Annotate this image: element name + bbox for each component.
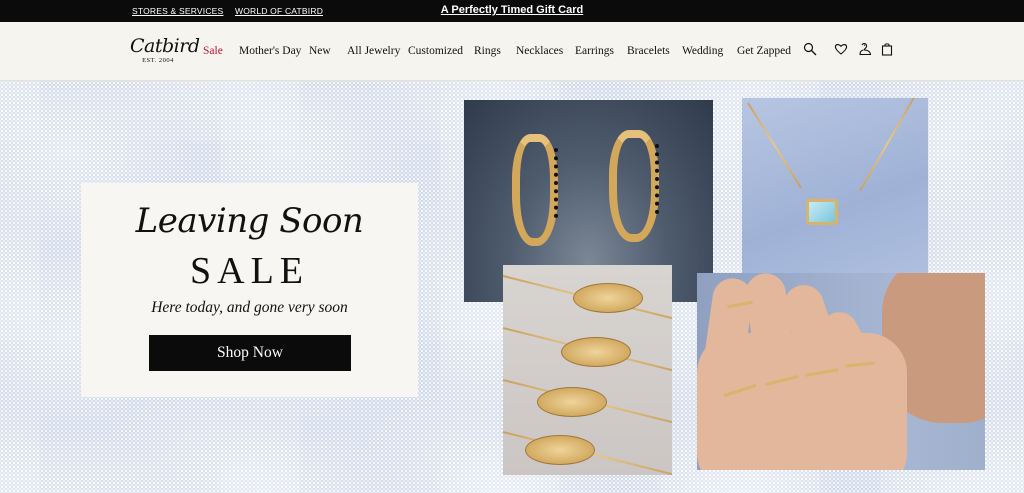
necklace-chain-right — [859, 98, 916, 192]
logo-wordmark: Catbird — [130, 35, 200, 57]
nav-get-zapped[interactable]: Get Zapped — [737, 45, 791, 57]
necklace-photo[interactable] — [742, 98, 928, 274]
hero-banner: Leaving Soon SALE Here today, and gone v… — [0, 81, 1024, 493]
nav-wedding[interactable]: Wedding — [682, 45, 723, 57]
nav-sale[interactable]: Sale — [203, 45, 223, 57]
necklace-chain-left — [747, 102, 802, 189]
account-icon[interactable] — [858, 42, 872, 56]
sale-promo-card: Leaving Soon SALE Here today, and gone v… — [81, 183, 418, 397]
bag-icon[interactable] — [880, 42, 894, 56]
nav-rings[interactable]: Rings — [474, 45, 501, 57]
aquamarine-gem — [806, 199, 838, 225]
hero-script-title: Leaving Soon — [135, 201, 364, 241]
logo-est: EST. 2004 — [142, 57, 174, 64]
hero-subtitle: Here today, and gone very soon — [151, 299, 348, 316]
search-icon[interactable] — [803, 42, 817, 56]
nav-bracelets[interactable]: Bracelets — [627, 45, 670, 57]
hoop-earring-right — [609, 130, 659, 242]
shop-now-button[interactable]: Shop Now — [149, 335, 351, 371]
site-header: Catbird EST. 2004 Sale Mother's Day New … — [0, 22, 1024, 81]
engraved-plate-1 — [573, 283, 643, 313]
bracelets-photo[interactable] — [503, 265, 672, 475]
hero-title: SALE — [190, 250, 309, 292]
heart-icon[interactable] — [834, 42, 848, 56]
hoop-earring-left — [512, 134, 558, 246]
engraved-plate-2 — [561, 337, 631, 367]
rings-on-hand-photo[interactable] — [697, 273, 985, 470]
nav-necklaces[interactable]: Necklaces — [516, 45, 563, 57]
nav-new[interactable]: New — [309, 45, 331, 57]
engraved-plate-3 — [537, 387, 607, 417]
nav-all-jewelry[interactable]: All Jewelry — [347, 45, 400, 57]
nav-customized[interactable]: Customized — [408, 45, 463, 57]
nav-earrings[interactable]: Earrings — [575, 45, 614, 57]
engraved-plate-4 — [525, 435, 595, 465]
nav-mothers-day[interactable]: Mother's Day — [239, 45, 301, 57]
announcement-bar: STORES & SERVICES WORLD OF CATBIRD A Per… — [0, 0, 1024, 22]
gift-card-promo-link[interactable]: A Perfectly Timed Gift Card — [0, 4, 1024, 16]
catbird-logo[interactable]: Catbird EST. 2004 — [130, 35, 200, 64]
